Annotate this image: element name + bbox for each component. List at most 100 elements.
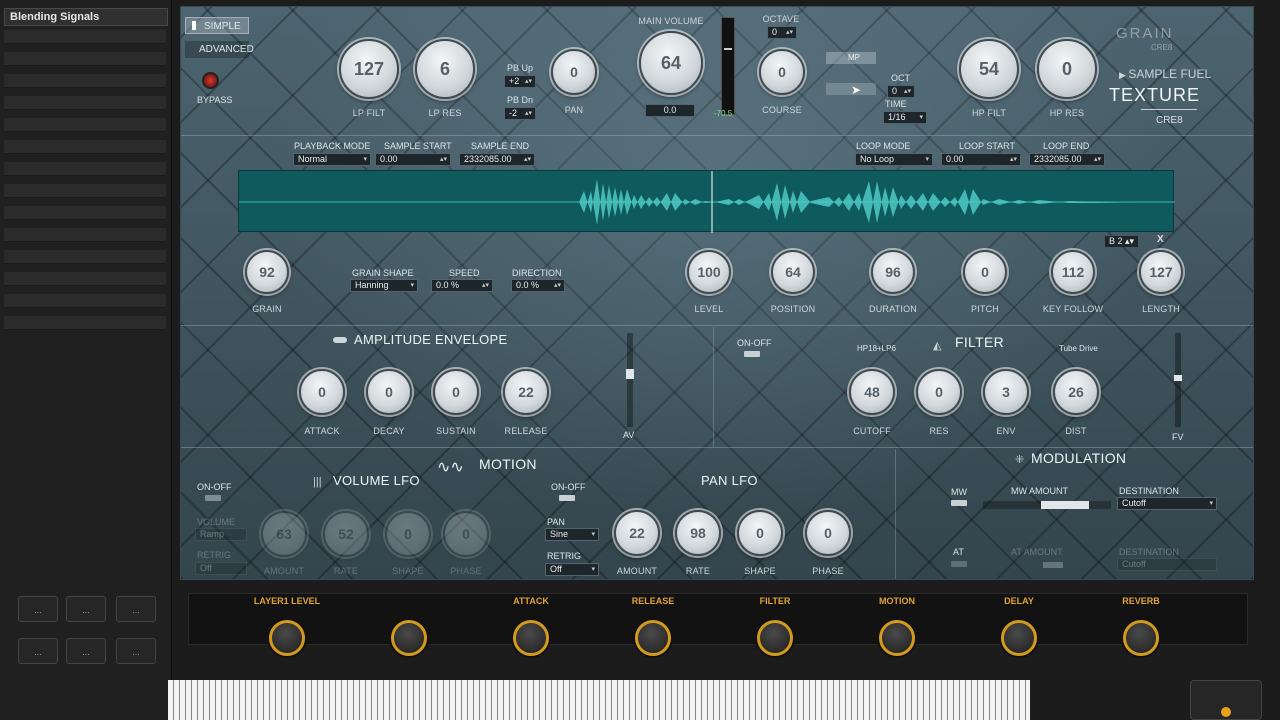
pad-button[interactable]: ...: [66, 596, 106, 622]
course-knob[interactable]: 0: [759, 49, 805, 95]
xy-pad[interactable]: [1190, 680, 1262, 720]
loop-start-field[interactable]: 0.00 ▴▾: [941, 153, 1021, 166]
av-slider[interactable]: [626, 333, 634, 427]
time-field[interactable]: 1/16 ▾: [883, 111, 927, 124]
pb-dn-field[interactable]: -2 ▴▾: [504, 107, 536, 120]
close-icon[interactable]: X: [1157, 234, 1164, 245]
hp-res-knob[interactable]: 0: [1037, 39, 1097, 99]
oct-field[interactable]: 0 ▴▾: [887, 85, 915, 98]
filter-type-select[interactable]: HP18+LP6: [857, 344, 896, 353]
pad-button[interactable]: ...: [116, 596, 156, 622]
pan-lfo-on-off-toggle[interactable]: [559, 495, 575, 501]
at-destination-select[interactable]: Cutoff: [1117, 558, 1217, 571]
macro-knob-layer1-level[interactable]: [269, 620, 305, 656]
filter-env-knob[interactable]: 3: [983, 369, 1029, 415]
lp-filt-knob[interactable]: 127: [339, 39, 399, 99]
pan-lfo-rate-knob[interactable]: 98: [675, 510, 721, 556]
octave-field[interactable]: 0 ▴▾: [767, 26, 797, 39]
list-item[interactable]: [4, 96, 166, 110]
direction-field[interactable]: 0.0 % ▴▾: [511, 279, 565, 292]
list-item[interactable]: [4, 118, 166, 132]
meter-handle[interactable]: [724, 48, 732, 50]
loop-end-field[interactable]: 2332085.00 ▴▾: [1029, 153, 1105, 166]
volume-lfo-on-off-toggle[interactable]: [205, 495, 221, 501]
pan-lfo-shape-select[interactable]: Sine ▾: [545, 528, 599, 541]
filter-drive-select[interactable]: Tube Drive: [1059, 344, 1098, 353]
macro-knob-reverb[interactable]: [1123, 620, 1159, 656]
waveform-display[interactable]: [238, 170, 1175, 233]
pad-button[interactable]: ...: [116, 638, 156, 664]
list-item[interactable]: [4, 294, 166, 308]
pb-up-field[interactable]: +2 ▴▾: [504, 75, 536, 88]
duration-knob[interactable]: 96: [871, 250, 915, 294]
pan-knob[interactable]: 0: [551, 49, 597, 95]
list-item[interactable]: [4, 162, 166, 176]
pan-lfo-phase-knob[interactable]: 0: [805, 510, 851, 556]
pad-button[interactable]: ...: [18, 596, 58, 622]
macro-knob-release[interactable]: [635, 620, 671, 656]
cutoff-knob[interactable]: 48: [849, 369, 895, 415]
list-item[interactable]: [4, 30, 166, 44]
volume-lfo-phase-knob[interactable]: 0: [443, 511, 489, 557]
at-toggle[interactable]: [951, 561, 967, 567]
pad-button[interactable]: ...: [18, 638, 58, 664]
main-volume-knob[interactable]: 64: [639, 31, 703, 95]
macro-knob-motion[interactable]: [879, 620, 915, 656]
volume-lfo-shape-knob[interactable]: 0: [385, 511, 431, 557]
mw-amount-slider[interactable]: [983, 501, 1111, 509]
list-item[interactable]: [4, 316, 166, 330]
list-item[interactable]: [4, 52, 166, 66]
list-item[interactable]: [4, 140, 166, 154]
dist-knob[interactable]: 26: [1053, 369, 1099, 415]
list-item[interactable]: [4, 228, 166, 242]
volume-lfo-amount-knob[interactable]: 63: [261, 511, 307, 557]
advanced-mode-button[interactable]: ADVANCED: [185, 41, 254, 58]
list-item[interactable]: [4, 184, 166, 198]
mp-toggle[interactable]: MP: [826, 52, 876, 64]
xy-pad-handle[interactable]: [1221, 707, 1231, 717]
grain-shape-select[interactable]: Hanning ▾: [350, 279, 418, 292]
list-item[interactable]: [4, 250, 166, 264]
filter-on-off-toggle[interactable]: [744, 351, 760, 357]
pan-lfo-shape-knob[interactable]: 0: [737, 510, 783, 556]
grain-knob[interactable]: 92: [245, 250, 289, 294]
track-name[interactable]: Blending Signals: [4, 8, 168, 26]
main-volume-readout[interactable]: 0.0: [645, 104, 695, 117]
slider-handle[interactable]: [1041, 501, 1089, 509]
pitch-knob[interactable]: 0: [963, 250, 1007, 294]
macro-knob-filter[interactable]: [757, 620, 793, 656]
at-amount-slider[interactable]: [1043, 562, 1063, 568]
length-knob[interactable]: 127: [1139, 250, 1183, 294]
pad-button[interactable]: ...: [66, 638, 106, 664]
list-item[interactable]: [4, 74, 166, 88]
mw-toggle[interactable]: [951, 500, 967, 506]
bypass-button[interactable]: [202, 72, 219, 89]
macro-knob-delay[interactable]: [1001, 620, 1037, 656]
mw-destination-select[interactable]: Cutoff ▾: [1117, 497, 1217, 510]
volume-lfo-shape-select[interactable]: Ramp: [195, 528, 247, 541]
loop-mode-select[interactable]: No Loop ▾: [855, 153, 933, 166]
simple-mode-button[interactable]: SIMPLE: [185, 17, 249, 34]
key-follow-knob[interactable]: 112: [1051, 250, 1095, 294]
list-item[interactable]: [4, 272, 166, 286]
position-knob[interactable]: 64: [771, 250, 815, 294]
sample-start-field[interactable]: 0.00 ▴▾: [375, 153, 451, 166]
sample-end-field[interactable]: 2332085.00 ▴▾: [459, 153, 535, 166]
macro-knob-2[interactable]: [391, 620, 427, 656]
hp-filt-knob[interactable]: 54: [959, 39, 1019, 99]
fv-slider[interactable]: [1174, 333, 1182, 427]
slider-handle[interactable]: [1174, 375, 1182, 381]
release-knob[interactable]: 22: [503, 369, 549, 415]
attack-knob[interactable]: 0: [299, 369, 345, 415]
decay-knob[interactable]: 0: [366, 369, 412, 415]
pan-lfo-amount-knob[interactable]: 22: [614, 510, 660, 556]
piano-keyboard[interactable]: [168, 680, 1030, 720]
pan-lfo-retrig-select[interactable]: Off ▾: [545, 563, 599, 576]
level-knob[interactable]: 100: [687, 250, 731, 294]
slider-handle[interactable]: [626, 369, 634, 379]
lp-res-knob[interactable]: 6: [415, 39, 475, 99]
filter-res-knob[interactable]: 0: [916, 369, 962, 415]
sustain-knob[interactable]: 0: [433, 369, 479, 415]
list-item[interactable]: [4, 206, 166, 220]
speed-field[interactable]: 0.0 % ▴▾: [431, 279, 493, 292]
